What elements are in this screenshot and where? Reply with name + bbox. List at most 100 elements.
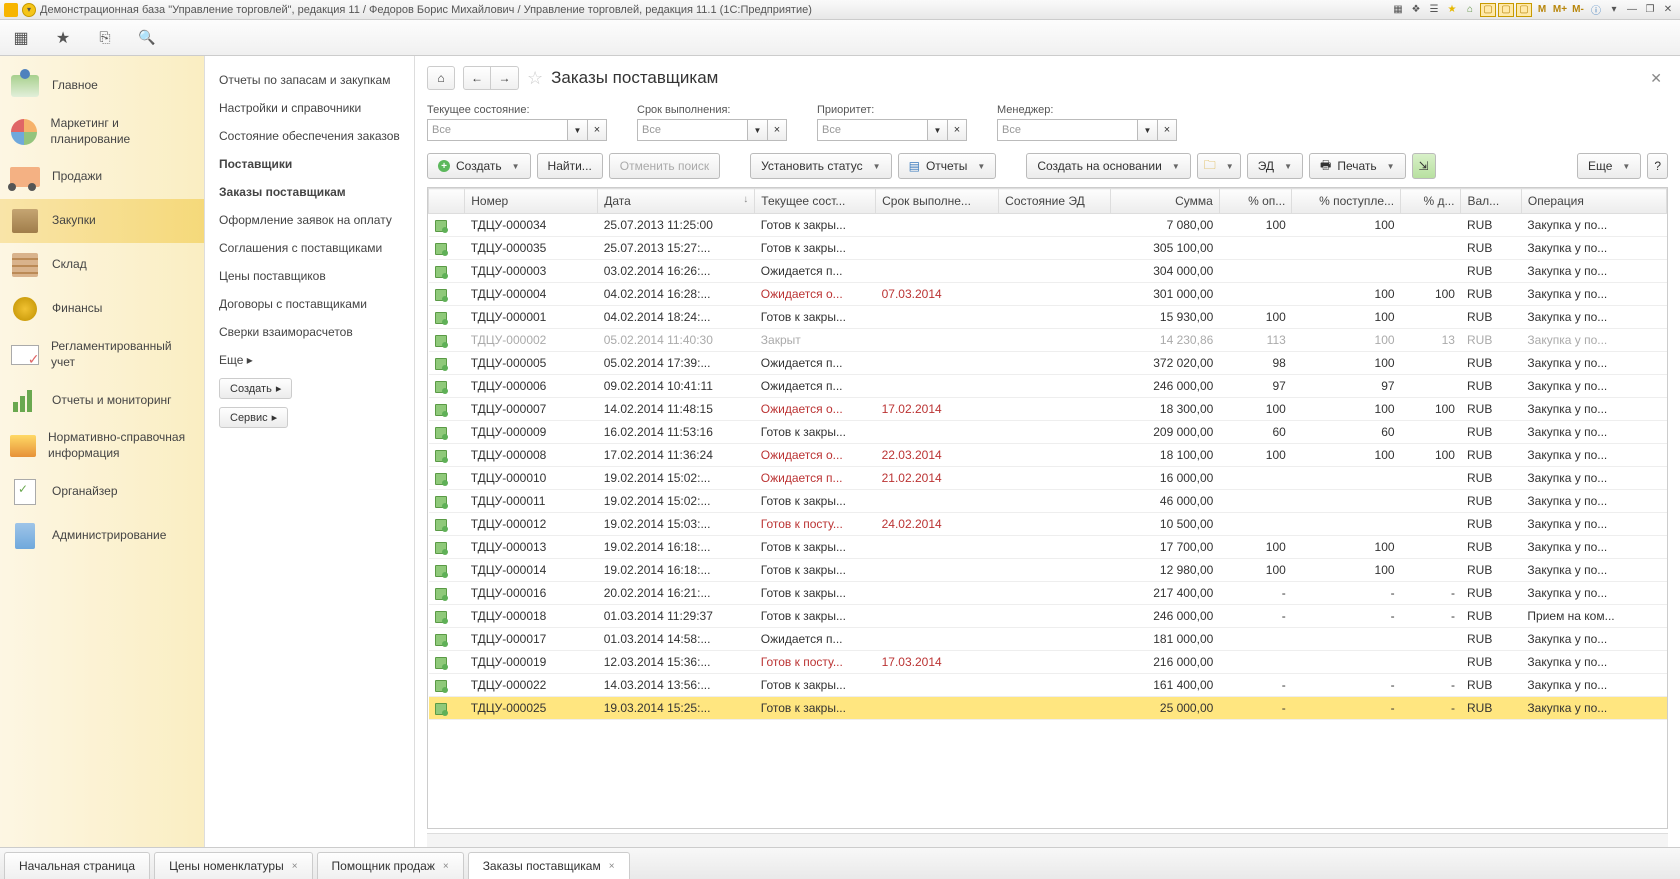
table-row[interactable]: ТДЦУ-00000714.02.2014 11:48:15Ожидается … [429,398,1667,421]
filter-priority-input[interactable] [817,119,927,141]
table-row[interactable]: ТДЦУ-00001701.03.2014 14:58:...Ожидается… [429,628,1667,651]
filter-state-dropdown[interactable]: ▼ [567,119,587,141]
nav-item-6[interactable]: Регламентированный учет [0,331,204,378]
table-row[interactable]: ТДЦУ-00000609.02.2014 10:41:11Ожидается … [429,375,1667,398]
subnav-item-1[interactable]: Настройки и справочники [205,94,414,122]
subnav-item-8[interactable]: Договоры с поставщиками [205,290,414,318]
table-row[interactable]: ТДЦУ-00001620.02.2014 16:21:...Готов к з… [429,582,1667,605]
ed-button[interactable]: ЭД▼ [1247,153,1303,179]
filter-manager-clear[interactable]: × [1157,119,1177,141]
close-page-icon[interactable]: ✕ [1644,70,1668,87]
forward-button[interactable]: → [491,66,519,90]
table-row[interactable]: ТДЦУ-00000505.02.2014 17:39:...Ожидается… [429,352,1667,375]
app-menu-icon[interactable]: ▾ [22,3,36,17]
print-button[interactable]: 🖶Печать▼ [1309,153,1406,179]
column-header-10[interactable]: Вал... [1461,189,1521,214]
nav-item-0[interactable]: Главное [0,64,204,108]
column-header-5[interactable]: Состояние ЭД [999,189,1111,214]
more-button[interactable]: Еще▼ [1577,153,1641,179]
tb-m-btn[interactable]: M [1534,3,1550,17]
subnav-item-9[interactable]: Сверки взаиморасчетов [205,318,414,346]
filter-priority-dropdown[interactable]: ▼ [927,119,947,141]
create-on-basis-button[interactable]: Создать на основании▼ [1026,153,1190,179]
column-header-9[interactable]: % д... [1401,189,1461,214]
window-tab-1[interactable]: Цены номенклатуры× [154,852,312,879]
tb-icon-fav[interactable]: ★ [1444,3,1460,17]
tb-icon-w1[interactable]: ▢ [1480,3,1496,17]
table-row[interactable]: ТДЦУ-00002519.03.2014 15:25:...Готов к з… [429,697,1667,720]
nav-item-4[interactable]: Склад [0,243,204,287]
table-row[interactable]: ТДЦУ-00001319.02.2014 16:18:...Готов к з… [429,536,1667,559]
horizontal-scrollbar[interactable] [427,833,1668,847]
nav-item-5[interactable]: Финансы [0,287,204,331]
tb-icon-2[interactable]: ❖ [1408,3,1424,17]
subnav-item-7[interactable]: Цены поставщиков [205,262,414,290]
table-row[interactable]: ТДЦУ-00001119.02.2014 15:02:...Готов к з… [429,490,1667,513]
tb-icon-w2[interactable]: ▢ [1498,3,1514,17]
clipboard-icon[interactable]: ⎘ [94,27,116,49]
attach-button[interactable]: 🗀▼ [1197,153,1241,179]
reports-button[interactable]: ▤Отчеты▼ [898,153,997,179]
filter-manager-dropdown[interactable]: ▼ [1137,119,1157,141]
table-row[interactable]: ТДЦУ-00000817.02.2014 11:36:24Ожидается … [429,444,1667,467]
subnav-item-5[interactable]: Оформление заявок на оплату [205,206,414,234]
subnav-create-button[interactable]: Создать ▸ [219,378,292,399]
table-row[interactable]: ТДЦУ-00001801.03.2014 11:29:37Готов к за… [429,605,1667,628]
tb-icon-1[interactable]: ▦ [1390,3,1406,17]
table-row[interactable]: ТДЦУ-00003525.07.2013 15:27:...Готов к з… [429,237,1667,260]
filter-state-clear[interactable]: × [587,119,607,141]
tb-mplus-btn[interactable]: M+ [1552,3,1568,17]
nav-item-7[interactable]: Отчеты и мониторинг [0,378,204,422]
table-row[interactable]: ТДЦУ-00001912.03.2014 15:36:...Готов к п… [429,651,1667,674]
tab-close-icon[interactable]: × [292,861,298,872]
column-header-1[interactable]: Номер [465,189,598,214]
search-icon[interactable]: 🔍 [136,27,158,49]
subnav-item-0[interactable]: Отчеты по запасам и закупкам [205,66,414,94]
table-row[interactable]: ТДЦУ-00001419.02.2014 16:18:...Готов к з… [429,559,1667,582]
tab-close-icon[interactable]: × [443,861,449,872]
export-button[interactable]: ⇲ [1412,153,1436,179]
nav-item-8[interactable]: Нормативно-справочная информация [0,422,204,469]
set-status-button[interactable]: Установить статус▼ [750,153,892,179]
column-header-8[interactable]: % поступле... [1292,189,1401,214]
subnav-more[interactable]: Еще ▸ [205,346,414,374]
column-header-0[interactable] [429,189,465,214]
tab-close-icon[interactable]: × [609,861,615,872]
nav-item-3[interactable]: Закупки [0,199,204,243]
window-tab-2[interactable]: Помощник продаж× [317,852,464,879]
window-tab-3[interactable]: Заказы поставщикам× [468,852,630,879]
table-row[interactable]: ТДЦУ-00003425.07.2013 11:25:00Готов к за… [429,214,1667,237]
cancel-search-button[interactable]: Отменить поиск [609,153,720,179]
nav-item-10[interactable]: Администрирование [0,514,204,558]
column-header-11[interactable]: Операция [1521,189,1666,214]
tb-icon-w3[interactable]: ▢ [1516,3,1532,17]
subnav-service-button[interactable]: Сервис ▸ [219,407,288,428]
table-row[interactable]: ТДЦУ-00000916.02.2014 11:53:16Готов к за… [429,421,1667,444]
subnav-item-4[interactable]: Заказы поставщикам [205,178,414,206]
table-row[interactable]: ТДЦУ-00002214.03.2014 13:56:...Готов к з… [429,674,1667,697]
window-minimize-icon[interactable]: — [1624,3,1640,17]
nav-item-1[interactable]: Маркетинг и планирование [0,108,204,155]
favorite-star-icon[interactable]: ☆ [527,68,543,89]
filter-state-input[interactable] [427,119,567,141]
column-header-3[interactable]: Текущее сост... [755,189,876,214]
back-button[interactable]: ← [463,66,491,90]
table-row[interactable]: ТДЦУ-00000205.02.2014 11:40:30Закрыт14 2… [429,329,1667,352]
home-button[interactable]: ⌂ [427,66,455,90]
apps-grid-icon[interactable]: ▦ [10,27,32,49]
help-button[interactable]: ? [1647,153,1668,179]
nav-item-2[interactable]: Продажи [0,155,204,199]
filter-manager-input[interactable] [997,119,1137,141]
column-header-7[interactable]: % оп... [1219,189,1292,214]
tb-info-dd[interactable]: ▾ [1606,3,1622,17]
column-header-6[interactable]: Сумма [1111,189,1220,214]
tb-icon-3[interactable]: ☰ [1426,3,1442,17]
window-close-icon[interactable]: ✕ [1660,3,1676,17]
filter-due-dropdown[interactable]: ▼ [747,119,767,141]
filter-due-clear[interactable]: × [767,119,787,141]
create-button[interactable]: +Создать▼ [427,153,531,179]
column-header-2[interactable]: Дата↓ [598,189,755,214]
table-row[interactable]: ТДЦУ-00000303.02.2014 16:26:...Ожидается… [429,260,1667,283]
table-row[interactable]: ТДЦУ-00001219.02.2014 15:03:...Готов к п… [429,513,1667,536]
column-header-4[interactable]: Срок выполне... [876,189,999,214]
